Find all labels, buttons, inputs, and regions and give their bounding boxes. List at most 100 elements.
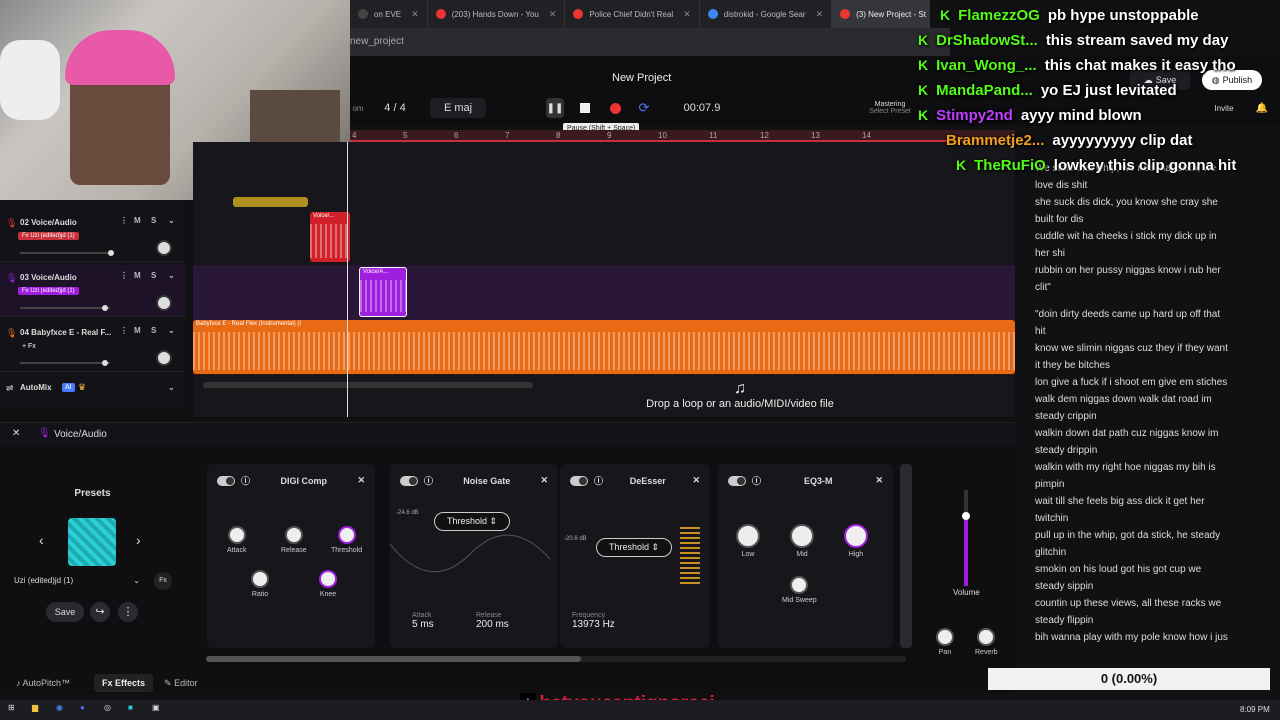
info-icon[interactable]: ⓘ <box>424 474 433 487</box>
chrome-icon[interactable]: ◉ <box>56 703 63 712</box>
preset-artwork[interactable] <box>68 518 116 566</box>
pan-knob[interactable] <box>156 295 172 311</box>
chevron-down-icon[interactable]: ⌄ <box>168 271 175 280</box>
solo-button[interactable]: S <box>151 326 156 335</box>
browser-tab[interactable]: distrokid - Google Sear ✕ <box>700 0 833 28</box>
track-lane[interactable]: Voice/A... <box>193 265 1015 320</box>
more-icon[interactable]: ⋮ <box>120 326 128 335</box>
frequency-control[interactable]: Frequency 13973 Hz <box>572 612 615 630</box>
volume-fader[interactable] <box>20 305 110 311</box>
release-control[interactable]: Release 200 ms <box>476 612 509 630</box>
reverb-knob[interactable]: Reverb <box>975 628 998 656</box>
attack-knob[interactable]: Attack <box>227 526 246 554</box>
tab-autopitch[interactable]: ♪ AutoPitch™ <box>16 678 70 688</box>
close-tab-icon[interactable]: ✕ <box>816 9 824 20</box>
mute-button[interactable]: M <box>134 216 141 225</box>
volume-fader[interactable] <box>20 360 110 366</box>
chevron-down-icon[interactable]: ⌄ <box>168 383 175 392</box>
threshold-knob[interactable]: Threshold <box>331 526 362 554</box>
chevron-right-icon[interactable]: › <box>136 532 141 548</box>
share-icon[interactable]: ↪ <box>90 602 110 622</box>
add-effects-chip[interactable]: + Fx <box>18 342 40 351</box>
pan-knob[interactable]: Pan <box>936 628 954 656</box>
audio-clip[interactable]: Voice/... <box>310 212 350 262</box>
close-tab-icon[interactable]: ✕ <box>683 9 691 20</box>
plugin-toggle[interactable] <box>217 475 235 486</box>
browser-tab[interactable]: on EVE ✕ <box>350 0 428 28</box>
mid-sweep-knob[interactable]: Mid Sweep <box>782 576 817 604</box>
attack-control[interactable]: Attack 5 ms <box>412 612 434 630</box>
lyrics-notepad[interactable]: We stole that whip, we ride that bitch, … <box>1020 160 1280 665</box>
fader-handle[interactable] <box>102 305 108 311</box>
knee-knob[interactable]: Knee <box>319 570 337 598</box>
track-lane[interactable]: Babyfxce E - Real Flex (Instrumental) (I <box>193 320 1015 375</box>
track-lane[interactable]: Voice/... <box>193 197 1015 262</box>
scrollbar-thumb[interactable] <box>206 656 581 662</box>
mute-button[interactable]: M <box>134 271 141 280</box>
close-tab-icon[interactable]: ✕ <box>549 9 557 20</box>
chevron-down-icon[interactable]: ⌄ <box>168 326 175 335</box>
app-icon[interactable]: ■ <box>128 703 133 712</box>
volume-handle[interactable] <box>962 512 970 520</box>
fader-handle[interactable] <box>108 250 114 256</box>
close-icon[interactable]: ✕ <box>540 475 548 486</box>
fx-horizontal-scrollbar[interactable] <box>206 656 906 662</box>
threshold-control[interactable]: Threshold ⇕ <box>596 538 673 557</box>
tab-editor[interactable]: ✎ Editor <box>164 678 198 689</box>
horizontal-scrollbar[interactable] <box>203 382 533 388</box>
release-knob[interactable]: Release <box>281 526 307 554</box>
plugin-toggle[interactable] <box>728 475 746 486</box>
plugins-scroll-handle[interactable] <box>900 464 912 648</box>
browser-tab[interactable]: (203) Hands Down - You ✕ <box>428 0 566 28</box>
volume-fader[interactable] <box>20 250 114 256</box>
mute-button[interactable]: M <box>134 326 141 335</box>
browser-tab[interactable]: Police Chief Didn't Real ✕ <box>565 0 700 28</box>
more-icon[interactable]: ⋮ <box>120 271 128 280</box>
more-icon[interactable]: ⋮ <box>120 216 128 225</box>
more-icon[interactable]: ⋮ <box>118 602 138 622</box>
info-icon[interactable]: ⓘ <box>752 474 761 487</box>
close-tab-icon[interactable]: ✕ <box>411 9 419 20</box>
info-icon[interactable]: ⓘ <box>241 474 250 487</box>
close-icon[interactable]: ✕ <box>692 475 700 486</box>
folder-icon[interactable]: ▆ <box>32 703 38 712</box>
effects-chip[interactable]: Fx Uzi (edited)jd (1) <box>18 232 79 240</box>
track-header[interactable]: 🎙 03 Voice/Audio ⋮ M S ⌄ Fx Uzi (edited)… <box>0 265 185 317</box>
browser-tab-active[interactable]: (3) New Project - St✕ <box>832 0 930 28</box>
arrangement-view[interactable]: Voice/... Voice/A... Babyfxce E - Real F… <box>193 142 1015 417</box>
info-icon[interactable]: ⓘ <box>594 474 603 487</box>
discord-icon[interactable]: ● <box>80 703 85 712</box>
close-icon[interactable]: ✕ <box>875 475 883 486</box>
dropzone[interactable]: ♫ Drop a loop or an audio/MIDI/video fil… <box>610 380 870 420</box>
pause-button[interactable]: ❚❚ <box>546 98 564 118</box>
fader-handle[interactable] <box>102 360 108 366</box>
solo-button[interactable]: S <box>151 271 156 280</box>
ratio-knob[interactable]: Ratio <box>251 570 269 598</box>
effects-chip[interactable]: Fx Uzi (edited)jd (1) <box>18 287 79 295</box>
chevron-left-icon[interactable]: ‹ <box>39 532 44 548</box>
threshold-control[interactable]: Threshold ⇕ <box>434 512 511 531</box>
audio-clip-selected[interactable]: Voice/A... <box>359 267 407 317</box>
windows-start-icon[interactable]: ⊞ <box>8 703 15 712</box>
tab-effects[interactable]: Fx Effects <box>94 674 154 692</box>
stop-button[interactable] <box>578 98 592 118</box>
record-button[interactable] <box>608 98 622 118</box>
preset-save-button[interactable]: Save <box>46 602 84 622</box>
playhead[interactable] <box>347 142 348 417</box>
pan-knob[interactable] <box>156 350 172 366</box>
plugin-toggle[interactable] <box>570 475 588 486</box>
audio-clip[interactable] <box>233 197 308 207</box>
low-knob[interactable]: Low <box>736 524 760 558</box>
mid-knob[interactable]: Mid <box>790 524 814 558</box>
preset-selector[interactable]: Uzi (edited)jd (1) ⌄ <box>14 576 144 585</box>
obs-icon[interactable]: ◎ <box>104 703 111 712</box>
address-bar[interactable]: new_project <box>350 28 950 56</box>
loop-button[interactable]: ⟳ <box>636 98 652 118</box>
close-icon[interactable]: ✕ <box>12 428 20 439</box>
plugin-toggle[interactable] <box>400 475 418 486</box>
close-icon[interactable]: ✕ <box>357 475 365 486</box>
time-signature[interactable]: 4 / 4 <box>370 98 420 118</box>
fx-bypass-icon[interactable]: Fx <box>154 572 172 590</box>
track-header[interactable]: 🎙 02 Voice/Audio ⋮ M S ⌄ Fx Uzi (edited)… <box>0 210 185 262</box>
solo-button[interactable]: S <box>151 216 156 225</box>
